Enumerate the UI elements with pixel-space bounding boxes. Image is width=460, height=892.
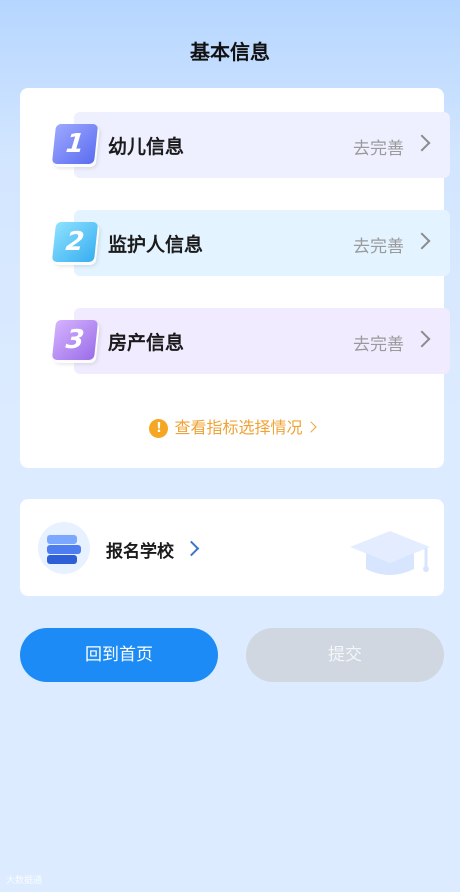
chevron-right-icon xyxy=(304,421,317,433)
graduation-cap-icon xyxy=(350,531,430,575)
complete-link[interactable]: 去完善 xyxy=(353,330,404,355)
submit-button[interactable]: 提交 xyxy=(246,628,444,682)
step-number-badge: 1 xyxy=(51,124,99,164)
books-icon xyxy=(38,522,90,574)
warning-icon: ! xyxy=(149,419,169,438)
complete-link[interactable]: 去完善 xyxy=(353,232,404,257)
school-label: 报名学校 xyxy=(106,542,174,562)
step-number-badge: 3 xyxy=(51,320,99,360)
basic-info-card: 1 幼儿信息 去完善 2 监护人信息 去完善 3 房产信息 去完善 ! 查看指标选… xyxy=(20,88,450,468)
complete-link[interactable]: 去完善 xyxy=(353,134,404,159)
page-title: 基本信息 xyxy=(190,40,270,64)
step-number-badge: 2 xyxy=(51,222,99,262)
info-item-label: 监护人信息 xyxy=(108,234,204,256)
chevron-right-icon xyxy=(183,540,200,557)
info-item-guardian[interactable]: 2 监护人信息 去完善 xyxy=(51,210,450,276)
info-item-label: 幼儿信息 xyxy=(108,136,185,158)
watermark: 大数据通 xyxy=(6,876,43,886)
info-item-property[interactable]: 3 房产信息 去完善 xyxy=(51,308,450,374)
school-registration-card[interactable]: 报名学校 xyxy=(20,499,444,596)
back-home-button[interactable]: 回到首页 xyxy=(20,628,218,682)
hint-text: 查看指标选择情况 xyxy=(174,418,303,437)
info-item-label: 房产信息 xyxy=(108,332,185,354)
info-item-child[interactable]: 1 幼儿信息 去完善 xyxy=(51,112,450,178)
view-indicator-link[interactable]: ! 查看指标选择情况 xyxy=(20,414,444,438)
